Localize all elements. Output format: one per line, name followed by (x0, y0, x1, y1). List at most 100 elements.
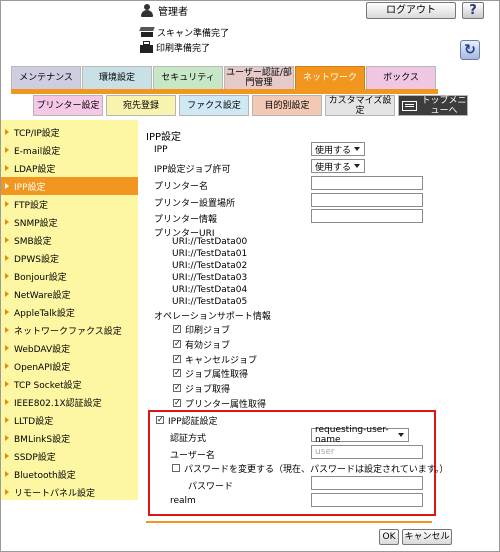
sidebar-item[interactable]: NetWare設定 (1, 285, 138, 303)
printer-location-field[interactable] (311, 193, 423, 207)
subtab-top-menu[interactable]: トップメニューへ (398, 95, 468, 116)
op-checkbox[interactable]: ✓ (173, 369, 181, 377)
printer-name-field[interactable] (311, 176, 423, 190)
sidebar-item[interactable]: OpenAPI設定 (1, 357, 138, 375)
op-label: ジョブ取得 (185, 385, 231, 395)
username-field[interactable]: user (311, 445, 423, 459)
realm-label: realm (170, 496, 196, 506)
job-permit-select[interactable]: 使用する (311, 159, 365, 173)
sidebar: TCP/IP設定 E-mail設定 LDAP設定 IPP設定 FTP設定 SNMP設定 SM… (1, 120, 138, 500)
sidebar-item[interactable]: SMB設定 (1, 231, 138, 249)
scanner-icon (139, 27, 155, 38)
sidebar-item-label: E-mail設定 (14, 146, 61, 157)
sidebar-item[interactable]: FTP設定 (1, 195, 138, 213)
ipp-select[interactable]: 使用する (311, 142, 365, 156)
job-permit-select-value: 使用する (315, 162, 352, 173)
username-label: ユーザー名 (170, 451, 215, 461)
arrow-right-icon (5, 201, 9, 207)
tab-environment[interactable]: 環境設定 (82, 66, 152, 89)
refresh-button[interactable]: ↻ (460, 40, 480, 60)
sidebar-item[interactable]: Bonjour設定 (1, 267, 138, 285)
arrow-right-icon (5, 291, 9, 297)
op-label: 印刷ジョブ (185, 326, 231, 336)
arrow-right-icon (5, 147, 9, 153)
arrow-right-icon (5, 345, 9, 351)
scan-status: スキャン準備完了 (139, 26, 229, 39)
sidebar-item-label: TCP Socket設定 (14, 380, 82, 391)
arrow-right-icon (5, 327, 9, 333)
sidebar-item[interactable]: ネットワークファクス設定 (1, 321, 138, 339)
sidebar-item[interactable]: TCP/IP設定 (1, 123, 138, 141)
help-button[interactable]: ? (462, 2, 484, 19)
password-field[interactable] (311, 476, 423, 490)
subtab-address[interactable]: 宛先登録 (106, 95, 176, 116)
uri-item: URI://TestData03 (172, 273, 248, 283)
top-menu-icon (402, 100, 417, 111)
sidebar-item[interactable]: SNMP設定 (1, 213, 138, 231)
op-checkbox[interactable]: ✓ (173, 384, 181, 392)
ipp-label: IPP (154, 145, 168, 155)
chevron-down-icon (398, 433, 404, 437)
user-icon (140, 3, 154, 18)
op-checkbox[interactable]: ✓ (173, 399, 181, 407)
uri-item: URI://TestData00 (172, 237, 248, 247)
sidebar-item-label: Bluetooth設定 (14, 470, 76, 481)
sidebar-item-label: NetWare設定 (14, 290, 71, 301)
change-password-label: パスワードを変更する（現在、パスワードは設定されています。） (184, 465, 449, 475)
user-info: 管理者 (140, 3, 188, 18)
logout-button[interactable]: ログアウト (366, 2, 456, 19)
arrow-right-icon (5, 471, 9, 477)
sidebar-item-label: リモートパネル設定 (14, 488, 96, 499)
sidebar-item-label: DPWS設定 (14, 254, 59, 265)
ok-button[interactable]: OK (379, 529, 399, 545)
sidebar-item[interactable]: E-mail設定 (1, 141, 138, 159)
page-title: IPP設定 (146, 132, 182, 143)
sidebar-item[interactable]: Bluetooth設定 (1, 465, 138, 483)
sidebar-item-label: WebDAV設定 (14, 344, 71, 355)
tab-user-auth[interactable]: ユーザー認証/部門管理 (224, 66, 294, 89)
sidebar-item[interactable]: TCP Socket設定 (1, 375, 138, 393)
auth-checkbox[interactable]: ✓ (156, 416, 164, 424)
sidebar-item[interactable]: WebDAV設定 (1, 339, 138, 357)
tab-security[interactable]: セキュリティ (153, 66, 223, 89)
tab-box[interactable]: ボックス (366, 66, 436, 89)
tab-network[interactable]: ネットワーク (295, 66, 365, 89)
main-tabs: メンテナンス 環境設定 セキュリティ ユーザー認証/部門管理 ネットワーク ボッ… (11, 66, 437, 89)
sidebar-item[interactable]: LLTD設定 (1, 411, 138, 429)
password-label: パスワード (188, 482, 234, 492)
top-menu-label: トップメニューへ (421, 95, 467, 116)
op-checkbox[interactable]: ✓ (173, 325, 181, 333)
tab-maintenance[interactable]: メンテナンス (11, 66, 81, 89)
uri-item: URI://TestData04 (172, 285, 248, 295)
sidebar-item-label: TCP/IP設定 (14, 128, 60, 139)
sidebar-item[interactable]: LDAP設定 (1, 159, 138, 177)
change-password-checkbox[interactable] (172, 464, 180, 472)
sidebar-item[interactable]: SSDP設定 (1, 447, 138, 465)
sidebar-item[interactable]: IPP設定 (1, 177, 138, 195)
cancel-button[interactable]: キャンセル (402, 529, 452, 545)
sidebar-item-label: SSDP設定 (14, 452, 56, 463)
subtab-fax[interactable]: ファクス設定 (179, 95, 249, 116)
sidebar-item[interactable]: DPWS設定 (1, 249, 138, 267)
op-label: プリンター属性取得 (185, 400, 267, 410)
printer-info-field[interactable] (311, 209, 423, 223)
realm-field[interactable] (311, 493, 423, 507)
auth-method-select[interactable]: requesting-user-name (311, 425, 409, 445)
printer-location-label: プリンター設置場所 (154, 199, 236, 209)
subtab-purpose[interactable]: 目的別設定 (252, 95, 322, 116)
sub-tabs: プリンター設定 宛先登録 ファクス設定 目的別設定 カスタマイズ設定 トップメニ… (33, 95, 471, 116)
arrow-right-icon (5, 255, 9, 261)
subtab-customize[interactable]: カスタマイズ設定 (325, 95, 395, 116)
op-checkbox[interactable]: ✓ (173, 355, 181, 363)
arrow-right-icon (5, 183, 9, 189)
sidebar-item-label: OpenAPI設定 (14, 362, 71, 373)
sidebar-item[interactable]: BMLinkS設定 (1, 429, 138, 447)
sidebar-item[interactable]: AppleTalk設定 (1, 303, 138, 321)
sidebar-item[interactable]: IEEE802.1X認証設定 (1, 393, 138, 411)
op-label: 有効ジョブ (185, 341, 231, 351)
sidebar-item-label: FTP設定 (14, 200, 48, 211)
subtab-printer[interactable]: プリンター設定 (33, 95, 103, 116)
arrow-right-icon (5, 381, 9, 387)
op-checkbox[interactable]: ✓ (173, 340, 181, 348)
sidebar-item[interactable]: リモートパネル設定 (1, 483, 138, 501)
